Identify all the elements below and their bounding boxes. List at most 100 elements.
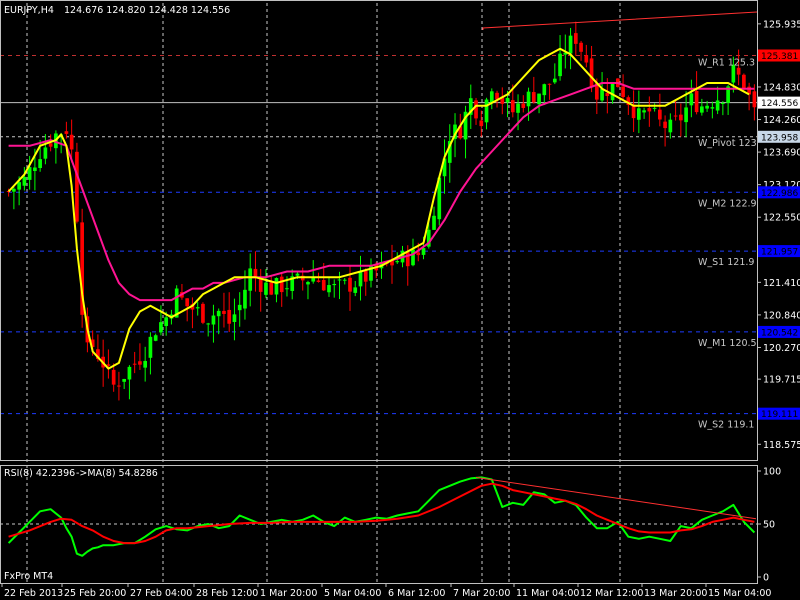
price-tag-label: 123.958 xyxy=(761,133,798,143)
time-tick-label: 25 Feb 20:00 xyxy=(64,588,126,599)
candle-body xyxy=(700,106,704,113)
fast-moving-average xyxy=(7,47,750,370)
time-tick-label: 7 Mar 20:00 xyxy=(453,588,510,599)
moving-averages xyxy=(7,47,755,370)
candle-body xyxy=(206,323,211,325)
rsi-axis: 100 50 0 xyxy=(757,467,781,584)
candle-body xyxy=(542,84,547,96)
candle-body xyxy=(489,91,494,103)
price-tick-label: 122.550 xyxy=(763,213,800,224)
broker-label: FxPro MT4 xyxy=(4,571,53,582)
rsi-ma-label: ->MA(8) 54.8286 xyxy=(76,468,158,479)
candle-body xyxy=(600,88,604,101)
candle-body xyxy=(705,105,709,109)
candle-body xyxy=(642,110,646,113)
pivot-lines xyxy=(0,54,757,415)
pivot-label-w_pivot: W_Pivot 123 xyxy=(698,138,757,149)
candle-body xyxy=(647,108,652,112)
candle-body xyxy=(710,107,715,109)
candle-body xyxy=(694,90,699,113)
candle-body xyxy=(211,315,216,325)
candle-body xyxy=(405,252,410,267)
candles xyxy=(6,21,757,401)
candle-body xyxy=(474,100,478,119)
rsi-tick-label: 0 xyxy=(763,573,769,584)
candle-body xyxy=(505,98,510,103)
candle-body xyxy=(416,252,421,256)
candle-body xyxy=(216,310,221,317)
candle-body xyxy=(584,55,589,63)
candle-body xyxy=(258,278,263,292)
header-symbol: EURJPY,H4 xyxy=(4,5,54,16)
price-tick-label: 124.260 xyxy=(763,115,800,126)
candle-body xyxy=(106,364,111,366)
price-tick-label: 118.575 xyxy=(763,440,800,451)
candle-body xyxy=(658,109,662,120)
candle-body xyxy=(69,134,74,150)
candle-body xyxy=(17,182,21,190)
candle-body xyxy=(673,115,678,117)
time-tick-label: 28 Feb 12:00 xyxy=(196,588,258,599)
time-tick-label: 11 Mar 04:00 xyxy=(516,588,579,599)
candle-body xyxy=(715,100,720,111)
candle-body xyxy=(432,215,436,230)
candle-body xyxy=(621,86,625,98)
candle-body xyxy=(332,283,337,286)
time-tick-label: 22 Feb 2013 xyxy=(4,588,63,599)
rsi-label: RSI(8) 42.2396 xyxy=(4,468,75,479)
candle-body xyxy=(721,102,725,104)
candle-body xyxy=(148,336,153,358)
candle-body xyxy=(679,114,683,121)
candle-body xyxy=(579,42,583,52)
candle-body xyxy=(411,249,415,266)
price-tag-label: 121.957 xyxy=(761,248,798,258)
candle-body xyxy=(558,53,562,77)
time-tick-label: 15 Mar 04:00 xyxy=(708,588,771,599)
time-tick-label: 6 Mar 12:00 xyxy=(388,588,445,599)
candle-body xyxy=(510,100,515,113)
time-tick-label: 12 Mar 12:00 xyxy=(580,588,643,599)
candle-body xyxy=(421,248,426,255)
price-tag-label: 124.556 xyxy=(761,99,798,109)
candle-body xyxy=(537,93,541,105)
time-axis: 22 Feb 2013 25 Feb 20:00 27 Feb 04:00 28 Fe… xyxy=(1,583,771,599)
candle-body xyxy=(222,310,226,314)
candle-body xyxy=(521,103,526,108)
candle-body xyxy=(153,335,158,341)
candle-body xyxy=(127,366,132,380)
candle-body xyxy=(568,35,573,54)
price-tag-label: 125.381 xyxy=(761,52,798,62)
pivot-labels: W_R1 125.3 W_Pivot 123 W_M2 122.9 W_S1 121.… xyxy=(698,57,757,430)
candle-body xyxy=(253,268,258,278)
candle-body xyxy=(243,289,247,309)
rsi-tick-label: 50 xyxy=(763,520,775,531)
candle-body xyxy=(201,303,205,323)
candle-body xyxy=(33,167,37,171)
price-tag-label: 120.542 xyxy=(761,328,798,338)
candle-body xyxy=(75,151,79,222)
candle-body xyxy=(111,369,116,385)
candle-body xyxy=(573,33,578,44)
candle-body xyxy=(132,363,137,365)
price-tick-label: 121.410 xyxy=(763,278,800,289)
pivot-label-w_m2: W_M2 122.9 xyxy=(698,198,757,209)
candle-body xyxy=(279,276,284,293)
candle-body xyxy=(516,103,520,113)
candle-body xyxy=(159,322,163,333)
candle-body xyxy=(342,279,347,281)
candle-body xyxy=(264,282,268,295)
candle-body xyxy=(321,279,326,291)
candle-body xyxy=(484,99,489,123)
candle-body xyxy=(43,147,48,159)
candle-body xyxy=(526,91,531,107)
candle-body xyxy=(547,83,552,85)
rsi-tick-label: 100 xyxy=(763,467,781,478)
candle-body xyxy=(38,159,42,168)
candle-body xyxy=(143,360,148,368)
candle-body xyxy=(742,74,746,89)
candle-body xyxy=(589,58,594,88)
header-ohlc: 124.676 124.820 124.428 124.556 xyxy=(64,5,230,16)
pivot-label-w_s1: W_S1 121.9 xyxy=(698,257,754,268)
rsi-line xyxy=(7,476,756,557)
candle-body xyxy=(689,93,694,106)
